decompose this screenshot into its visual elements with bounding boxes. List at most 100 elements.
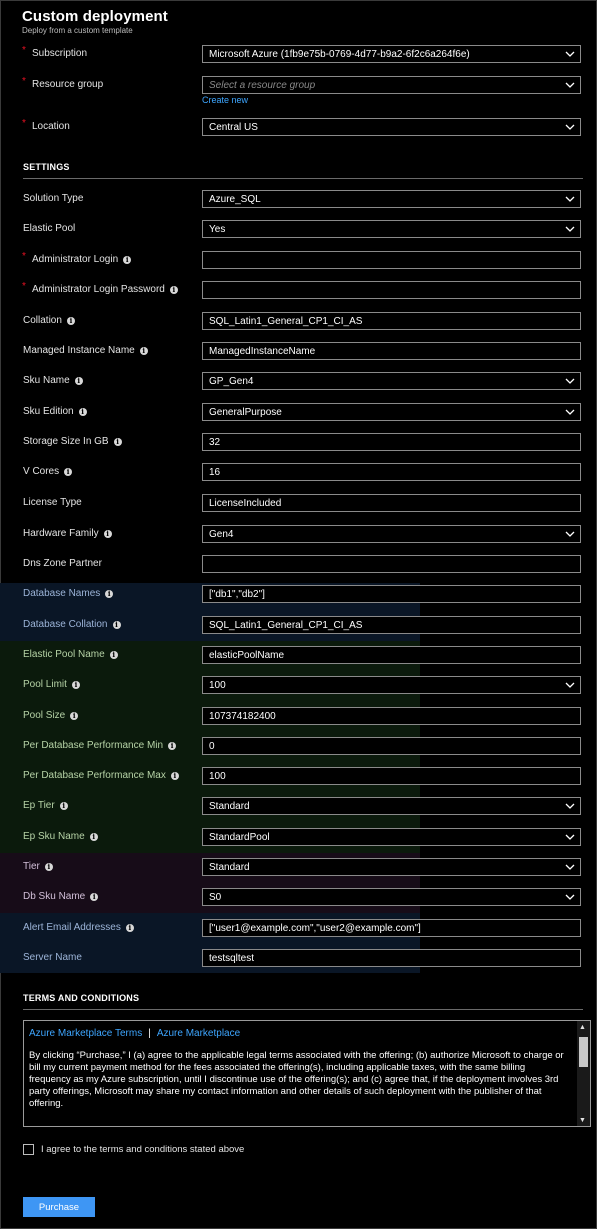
collation-row: Collation i SQL_Latin1_General_CP1_CI_AS — [0, 312, 597, 332]
terms-text: By clicking “Purchase,” I (a) agree to t… — [29, 1050, 564, 1109]
solution-type-dropdown[interactable]: Azure_SQL — [202, 190, 581, 208]
create-new-link[interactable]: Create new — [202, 95, 248, 105]
ep-tier-label: Ep Tier i — [23, 800, 68, 811]
ep-sku-name-row: Ep Sku Name i StandardPool — [0, 828, 597, 848]
chevron-down-icon — [565, 529, 575, 539]
sku-edition-dropdown[interactable]: GeneralPurpose — [202, 403, 581, 421]
location-row: * Location Central US — [0, 118, 597, 138]
alert-emails-label: Alert Email Addresses i — [23, 922, 134, 933]
info-icon[interactable]: i — [71, 680, 80, 689]
info-icon[interactable]: i — [125, 923, 134, 932]
marketplace-terms-link[interactable]: Azure Marketplace Terms — [29, 1028, 142, 1039]
hardware-family-dropdown[interactable]: Gen4 — [202, 525, 581, 543]
agree-checkbox[interactable] — [23, 1144, 34, 1155]
admin-login-row: * Administrator Login i — [0, 251, 597, 271]
info-icon[interactable]: i — [123, 255, 132, 264]
per-db-min-input[interactable]: 0 — [202, 737, 581, 755]
info-icon[interactable]: i — [44, 862, 53, 871]
info-icon[interactable]: i — [70, 711, 79, 720]
hardware-family-label: Hardware Family i — [23, 528, 112, 539]
database-names-input[interactable]: ["db1","db2"] — [202, 585, 581, 603]
info-icon[interactable]: i — [66, 316, 75, 325]
info-icon[interactable]: i — [112, 620, 121, 629]
storage-size-input[interactable]: 32 — [202, 433, 581, 451]
required-star: * — [22, 118, 26, 129]
info-icon[interactable]: i — [103, 529, 112, 538]
info-icon[interactable]: i — [169, 285, 178, 294]
terms-box[interactable]: Azure Marketplace Terms | Azure Marketplac… — [23, 1020, 591, 1127]
per-db-max-input[interactable]: 100 — [202, 767, 581, 785]
page-subtitle: Deploy from a custom template — [22, 26, 133, 35]
storage-size-row: Storage Size In GB i 32 — [0, 433, 597, 453]
managed-instance-name-input[interactable]: ManagedInstanceName — [202, 342, 581, 360]
chevron-down-icon — [565, 194, 575, 204]
v-cores-row: V Cores i 16 — [0, 463, 597, 483]
purchase-button[interactable]: Purchase — [23, 1197, 95, 1217]
server-name-input[interactable]: testsqltest — [202, 949, 581, 967]
info-icon[interactable]: i — [170, 771, 179, 780]
tier-dropdown[interactable]: Standard — [202, 858, 581, 876]
terms-section-title: TERMS AND CONDITIONS — [23, 993, 140, 1003]
v-cores-input[interactable]: 16 — [202, 463, 581, 481]
resource-group-label: * Resource group — [22, 76, 104, 90]
blade-header: Custom deployment Deploy from a custom t… — [22, 8, 168, 35]
chevron-down-icon — [565, 832, 575, 842]
sku-edition-label: Sku Edition i — [23, 406, 87, 417]
db-sku-name-dropdown[interactable]: S0 — [202, 888, 581, 906]
ep-tier-row: Ep Tier i Standard — [0, 797, 597, 817]
elastic-pool-row: Elastic Pool Yes — [0, 220, 597, 240]
per-db-min-row: Per Database Performance Min i 0 — [0, 737, 597, 757]
database-collation-input[interactable]: SQL_Latin1_General_CP1_CI_AS — [202, 616, 581, 634]
terms-scrollbar[interactable]: ▲ ▼ — [577, 1021, 590, 1126]
database-collation-row: Database Collation i SQL_Latin1_General_C… — [0, 616, 597, 636]
chevron-down-icon — [565, 801, 575, 811]
info-icon[interactable]: i — [89, 832, 98, 841]
ep-tier-dropdown[interactable]: Standard — [202, 797, 581, 815]
sku-edition-row: Sku Edition i GeneralPurpose — [0, 403, 597, 423]
marketplace-link[interactable]: Azure Marketplace — [157, 1028, 240, 1039]
info-icon[interactable]: i — [139, 346, 148, 355]
info-icon[interactable]: i — [78, 407, 87, 416]
info-icon[interactable]: i — [109, 650, 118, 659]
resource-group-dropdown[interactable]: Select a resource group — [202, 76, 581, 94]
page-title: Custom deployment — [22, 8, 168, 25]
link-separator: | — [148, 1028, 151, 1039]
db-sku-name-label: Db Sku Name i — [23, 891, 99, 902]
dns-zone-partner-input[interactable] — [202, 555, 581, 573]
pool-size-label: Pool Size i — [23, 710, 79, 721]
sku-name-row: Sku Name i GP_Gen4 — [0, 372, 597, 392]
ep-sku-name-dropdown[interactable]: StandardPool — [202, 828, 581, 846]
info-icon[interactable]: i — [113, 437, 122, 446]
alert-emails-input[interactable]: ["user1@example.com","user2@example.com"… — [202, 919, 581, 937]
database-names-label: Database Names i — [23, 588, 114, 599]
info-icon[interactable]: i — [105, 589, 114, 598]
elastic-pool-name-input[interactable]: elasticPoolName — [202, 646, 581, 664]
agree-label: I agree to the terms and conditions stat… — [41, 1144, 245, 1155]
info-icon[interactable]: i — [74, 376, 83, 385]
info-icon[interactable]: i — [64, 467, 73, 476]
scroll-up-icon[interactable]: ▲ — [579, 1024, 586, 1031]
subscription-dropdown[interactable]: Microsoft Azure (1fb9e75b-0769-4d77-b9a2… — [202, 45, 581, 63]
info-icon[interactable]: i — [168, 741, 177, 750]
pool-size-row: Pool Size i 107374182400 — [0, 707, 597, 727]
collation-input[interactable]: SQL_Latin1_General_CP1_CI_AS — [202, 312, 581, 330]
scroll-thumb[interactable] — [579, 1037, 588, 1067]
database-collation-label: Database Collation i — [23, 619, 121, 630]
admin-password-input[interactable] — [202, 281, 581, 299]
location-dropdown[interactable]: Central US — [202, 118, 581, 136]
info-icon[interactable]: i — [59, 801, 68, 810]
elastic-pool-label: Elastic Pool — [23, 223, 76, 234]
sku-name-dropdown[interactable]: GP_Gen4 — [202, 372, 581, 390]
info-icon[interactable]: i — [90, 892, 99, 901]
chevron-down-icon — [565, 80, 575, 90]
chevron-down-icon — [565, 407, 575, 417]
license-type-input[interactable]: LicenseIncluded — [202, 494, 581, 512]
admin-login-input[interactable] — [202, 251, 581, 269]
pool-size-input[interactable]: 107374182400 — [202, 707, 581, 725]
pool-limit-dropdown[interactable]: 100 — [202, 676, 581, 694]
elastic-pool-dropdown[interactable]: Yes — [202, 220, 581, 238]
dns-zone-partner-label: Dns Zone Partner — [23, 558, 102, 569]
scroll-down-icon[interactable]: ▼ — [579, 1117, 586, 1124]
ep-sku-name-label: Ep Sku Name i — [23, 831, 98, 842]
agree-row: I agree to the terms and conditions stat… — [23, 1144, 244, 1155]
